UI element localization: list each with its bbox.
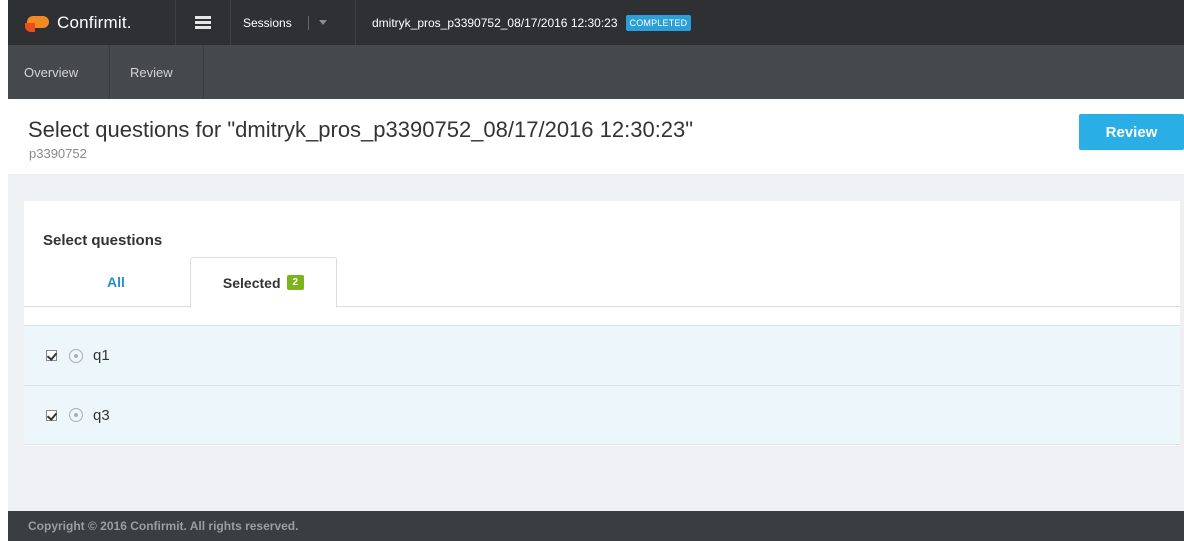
question-checkbox[interactable]	[46, 350, 57, 361]
left-edge	[0, 0, 8, 541]
sub-navigation: Overview Review	[8, 45, 1184, 99]
select-questions-panel: Select questions All Selected 2 q1 q3	[24, 201, 1180, 446]
chevron-down-icon[interactable]	[318, 20, 327, 25]
page-title: Select questions for "dmitryk_pros_p3390…	[28, 117, 694, 142]
confirmit-logo[interactable]: Confirmit.	[8, 0, 175, 45]
page-subtitle: p3390752	[29, 146, 87, 161]
review-button[interactable]: Review	[1079, 114, 1184, 150]
menu-button[interactable]	[175, 0, 231, 45]
tab-overview[interactable]: Overview	[8, 45, 109, 99]
sessions-dropdown[interactable]: Sessions	[231, 0, 356, 45]
hamburger-icon	[195, 16, 211, 29]
copyright-text: Copyright © 2016 Confirmit. All rights r…	[28, 519, 299, 533]
single-choice-icon	[69, 348, 83, 363]
page-header: Select questions for "dmitryk_pros_p3390…	[8, 99, 1184, 174]
question-list: q1 q3	[24, 325, 1180, 445]
separator	[307, 15, 309, 30]
tab-all[interactable]: All	[66, 257, 166, 307]
session-name: dmitryk_pros_p3390752_08/17/2016 12:30:2…	[372, 15, 618, 30]
question-checkbox[interactable]	[46, 409, 57, 421]
tab-selected-label: Selected	[222, 274, 281, 291]
selected-count-badge: 2	[286, 275, 305, 290]
single-choice-icon	[69, 408, 83, 422]
footer: Copyright © 2016 Confirmit. All rights r…	[8, 511, 1184, 541]
list-item[interactable]: q1	[24, 325, 1180, 385]
status-badge: COMPLETED	[625, 14, 692, 31]
tab-review[interactable]: Review	[109, 45, 204, 99]
list-item[interactable]: q3	[24, 385, 1180, 445]
top-bar: Confirmit. Sessions dmitryk_pros_p339075…	[8, 0, 1184, 45]
logo-text: Confirmit.	[57, 12, 132, 32]
question-label: q3	[93, 406, 110, 424]
tab-selected[interactable]: Selected 2	[190, 257, 337, 308]
question-tabs: All Selected 2	[24, 257, 1180, 308]
panel-title: Select questions	[43, 232, 163, 249]
sessions-label: Sessions	[243, 15, 292, 30]
question-label: q1	[93, 347, 110, 364]
confirmit-logo-icon	[25, 14, 51, 32]
